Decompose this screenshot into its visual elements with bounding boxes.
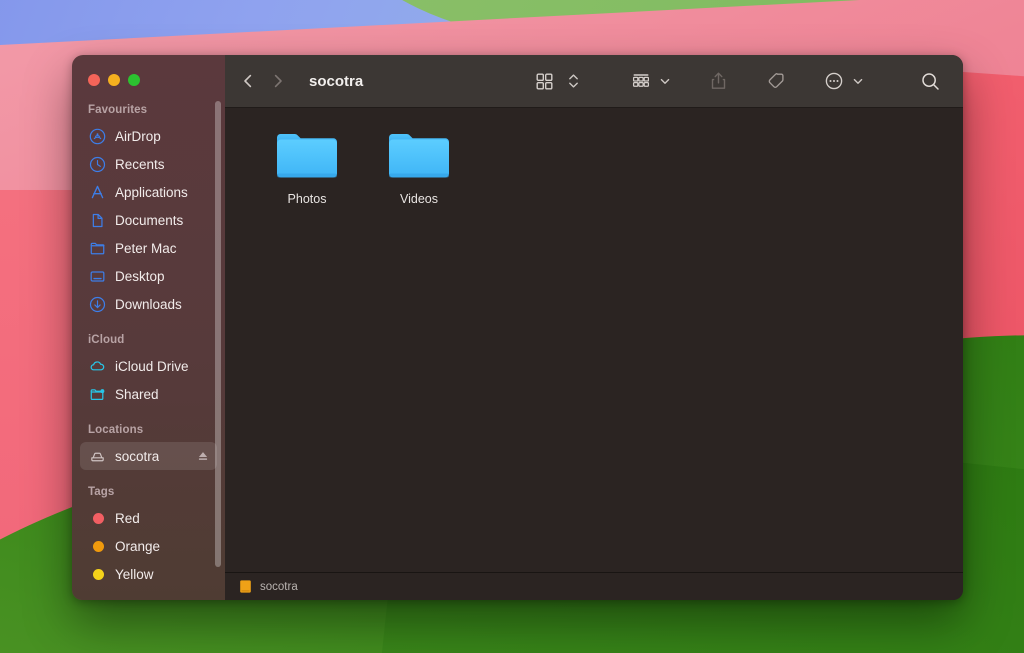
- folder-icon: [88, 239, 106, 257]
- sidebar-item-label: Shared: [115, 386, 159, 402]
- sidebar-item-tag-red[interactable]: Red: [80, 504, 217, 532]
- window-controls: [72, 55, 225, 86]
- file-item-label: Videos: [400, 192, 438, 206]
- eject-icon[interactable]: [197, 450, 209, 462]
- sidebar-item-label: iCloud Drive: [115, 358, 189, 374]
- file-item-photos[interactable]: Photos: [251, 126, 363, 206]
- finder-window: Favourites AirDrop Recents Applications …: [72, 55, 963, 600]
- sidebar-item-applications[interactable]: Applications: [80, 178, 217, 206]
- sidebar-item-desktop[interactable]: Desktop: [80, 262, 217, 290]
- external-drive-icon: [88, 447, 106, 465]
- sidebar-scrollbar[interactable]: [215, 101, 221, 567]
- sidebar-item-icloud-drive[interactable]: iCloud Drive: [80, 352, 217, 380]
- file-item-label: Photos: [287, 192, 327, 206]
- sidebar-item-label: Peter Mac: [115, 240, 177, 256]
- sidebar-item-label: Downloads: [115, 296, 182, 312]
- desktop-wallpaper: Favourites AirDrop Recents Applications …: [0, 0, 1024, 653]
- status-text: socotra: [260, 580, 298, 593]
- group-by-chevron-down-icon[interactable]: [655, 66, 675, 96]
- cloud-icon: [88, 357, 106, 375]
- window-title: socotra: [309, 72, 364, 90]
- finder-toolbar: socotra: [225, 55, 963, 108]
- applications-icon: [88, 183, 106, 201]
- sidebar-item-socotra[interactable]: socotra: [80, 442, 217, 470]
- sidebar-item-label: Applications: [115, 184, 188, 200]
- folder-icon: [386, 128, 452, 182]
- search-button[interactable]: [916, 66, 945, 96]
- file-grid: Photos Videos: [225, 108, 963, 572]
- close-button[interactable]: [88, 74, 100, 86]
- view-stepper[interactable]: [564, 66, 583, 96]
- sidebar-item-tag-yellow[interactable]: Yellow: [80, 560, 217, 588]
- finder-main-pane: socotra Photos Videos socotra: [225, 55, 963, 600]
- sidebar-item-tag-orange[interactable]: Orange: [80, 532, 217, 560]
- sidebar-section-tags-title: Tags: [88, 486, 115, 498]
- sidebar-item-peter-mac[interactable]: Peter Mac: [80, 234, 217, 262]
- sidebar-item-label: AirDrop: [115, 128, 161, 144]
- more-actions-chevron-down-icon[interactable]: [848, 66, 868, 96]
- tag-button[interactable]: [762, 66, 790, 96]
- sidebar-section-icloud-title: iCloud: [88, 334, 125, 346]
- navigation-buttons: [241, 72, 285, 90]
- sidebar-item-label: Desktop: [115, 268, 165, 284]
- sidebar-item-label: Orange: [115, 538, 161, 554]
- shared-folder-icon: [88, 385, 106, 403]
- tag-dot-red-icon: [88, 509, 106, 527]
- sidebar-item-label: Yellow: [115, 566, 154, 582]
- sidebar-section-favourites-title: Favourites: [88, 104, 148, 116]
- sidebar-item-documents[interactable]: Documents: [80, 206, 217, 234]
- sidebar-item-airdrop[interactable]: AirDrop: [80, 122, 217, 150]
- sidebar-item-downloads[interactable]: Downloads: [80, 290, 217, 318]
- folder-icon: [274, 128, 340, 182]
- clock-icon: [88, 155, 106, 173]
- group-by-button[interactable]: [627, 66, 655, 96]
- downloads-icon: [88, 295, 106, 313]
- sidebar-item-label: Documents: [115, 212, 184, 228]
- tag-dot-yellow-icon: [88, 565, 106, 583]
- airdrop-icon: [88, 127, 106, 145]
- file-item-videos[interactable]: Videos: [363, 126, 475, 206]
- sidebar-item-label: Recents: [115, 156, 165, 172]
- desktop-icon: [88, 267, 106, 285]
- sidebar-item-label: socotra: [115, 448, 160, 464]
- forward-button[interactable]: [271, 72, 285, 90]
- toolbar-actions: [531, 66, 945, 96]
- minimize-button[interactable]: [108, 74, 120, 86]
- tag-dot-orange-icon: [88, 537, 106, 555]
- sidebar-section-locations-title: Locations: [88, 424, 144, 436]
- maximize-button[interactable]: [128, 74, 140, 86]
- more-actions-button[interactable]: [820, 66, 848, 96]
- sidebar-item-label: Red: [115, 510, 140, 526]
- back-button[interactable]: [241, 72, 255, 90]
- sidebar-item-recents[interactable]: Recents: [80, 150, 217, 178]
- icon-view-button[interactable]: [531, 66, 558, 96]
- document-icon: [88, 211, 106, 229]
- sidebar-item-shared[interactable]: Shared: [80, 380, 217, 408]
- finder-sidebar: Favourites AirDrop Recents Applications …: [72, 55, 225, 600]
- share-button[interactable]: [705, 66, 732, 96]
- drive-icon: [239, 579, 252, 594]
- status-bar: socotra: [225, 572, 963, 600]
